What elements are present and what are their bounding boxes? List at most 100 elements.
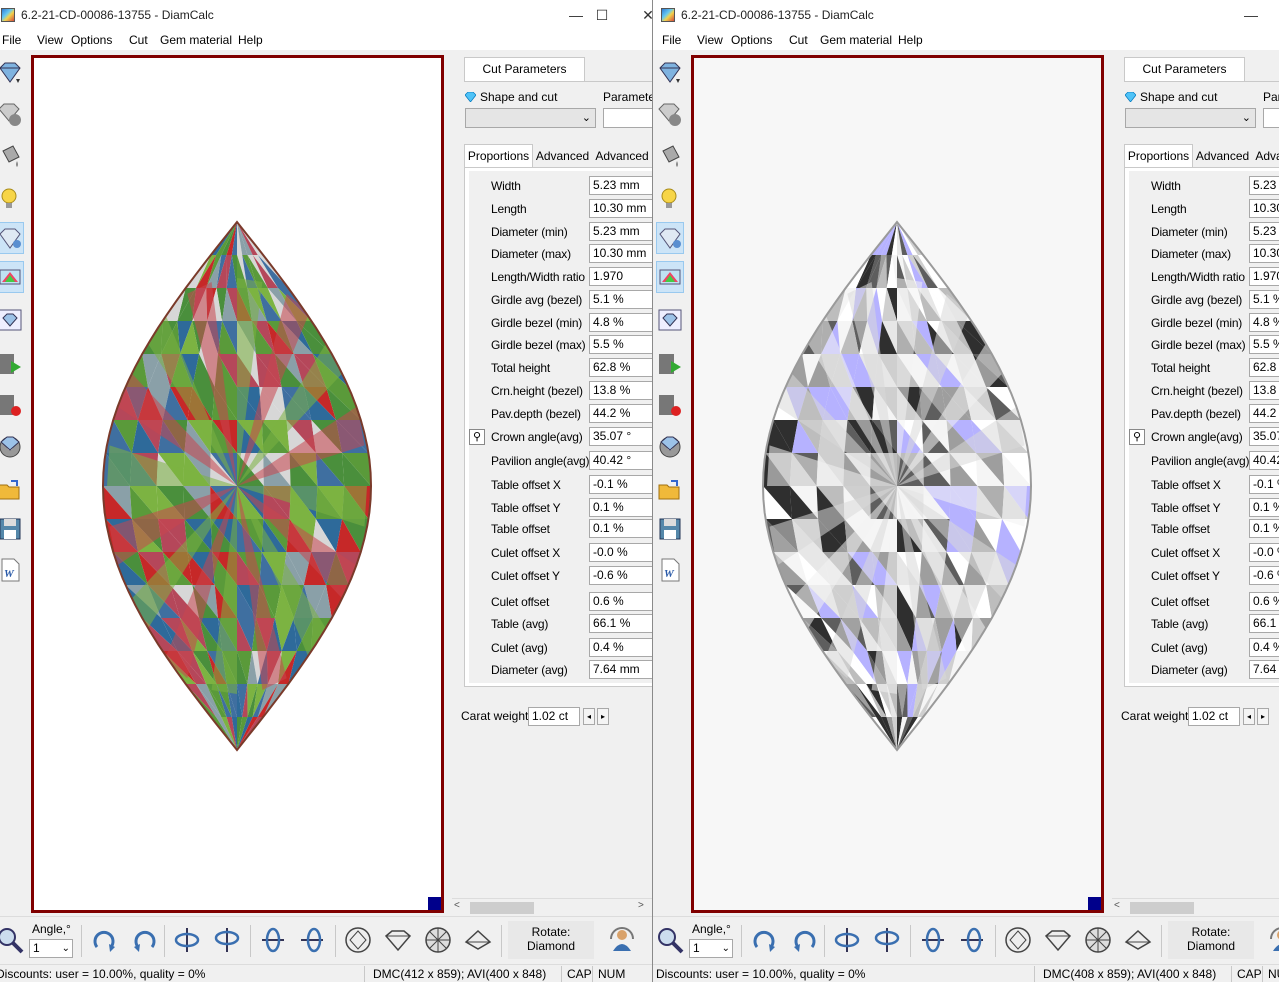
angle-dropdown[interactable]: 1 ⌄ [29, 939, 73, 958]
viewport-resize-handle[interactable] [1088, 897, 1101, 910]
proportion-value-field[interactable]: 62.8 % [589, 358, 652, 377]
view-bottom-icon[interactable] [421, 923, 455, 957]
scroll-left-icon[interactable]: < [454, 900, 460, 911]
light-bulb-icon[interactable] [656, 183, 684, 215]
diamond-sphere-icon[interactable] [0, 98, 24, 130]
word-document-icon[interactable]: W [656, 554, 684, 586]
proportion-value-field[interactable]: 13.8 % [589, 381, 652, 400]
tilt-right-icon[interactable] [295, 923, 329, 957]
proportion-value-field[interactable]: 5.5 % [589, 335, 652, 354]
diamond-viewport[interactable] [31, 55, 444, 913]
flip-vertical-icon[interactable] [170, 923, 204, 957]
proportion-value-field[interactable]: 5.23 mm [589, 176, 652, 195]
proportion-value-field[interactable]: 10.30 mm [1249, 199, 1279, 218]
scrollbar-thumb[interactable] [470, 902, 534, 914]
flip-vertical-icon[interactable] [830, 923, 864, 957]
proportion-value-field[interactable]: 10.30 mm [1249, 244, 1279, 263]
video-play-icon[interactable] [656, 348, 684, 380]
view-profile-icon[interactable] [461, 923, 495, 957]
proportion-value-field[interactable]: 0.1 % [589, 498, 652, 517]
proportion-value-field[interactable]: 44.2 % [589, 404, 652, 423]
proportion-value-field[interactable]: 35.07 ° [589, 427, 652, 446]
subtab-advanced-1[interactable]: Advanced [1193, 146, 1252, 167]
open-folder-icon[interactable] [656, 474, 684, 506]
diamond-photo-icon[interactable] [656, 304, 684, 336]
proportion-value-field[interactable]: 13.8 % [1249, 381, 1279, 400]
carat-weight-field[interactable]: 1.02 ct [1188, 707, 1240, 726]
tilt-right-icon[interactable] [955, 923, 989, 957]
maximize-icon[interactable]: ☐ [579, 0, 625, 30]
rotate-mode-button[interactable]: Rotate: Diamond [508, 921, 594, 959]
flip-vertical-2-icon[interactable] [870, 923, 904, 957]
proportion-value-field[interactable]: 66.1 % [1249, 614, 1279, 633]
diamond-view-icon[interactable] [656, 56, 684, 88]
proportion-value-field[interactable]: 44.2 % [1249, 404, 1279, 423]
subtab-advanced-2[interactable]: Advanced [592, 146, 652, 167]
menu-item-help[interactable]: Help [238, 33, 263, 47]
user-rotate-icon[interactable] [1265, 923, 1279, 957]
diamond-view-icon[interactable] [0, 56, 24, 88]
menu-item-cut[interactable]: Cut [789, 33, 808, 47]
rotate-ccw-icon[interactable] [128, 923, 162, 957]
proportion-value-field[interactable]: 5.5 % [1249, 335, 1279, 354]
menu-item-file[interactable]: File [2, 33, 21, 47]
parameters-field[interactable] [603, 108, 652, 128]
tab-cut-parameters[interactable]: Cut Parameters [1124, 57, 1245, 81]
subtab-proportions-0[interactable]: Proportions [1124, 144, 1193, 168]
proportion-value-field[interactable]: 35.07 ° [1249, 427, 1279, 446]
proportion-value-field[interactable]: 0.1 % [1249, 519, 1279, 538]
subtab-advanced-2[interactable]: Advanced [1252, 146, 1279, 167]
spin-left-icon[interactable]: ◂ [583, 708, 595, 725]
save-disk-icon[interactable] [0, 513, 24, 545]
zoom-icon[interactable] [653, 923, 687, 957]
angle-dropdown[interactable]: 1 ⌄ [689, 939, 733, 958]
scroll-left-icon[interactable]: < [1114, 900, 1120, 911]
minimize-icon[interactable]: — [1228, 0, 1274, 30]
spin-left-icon[interactable]: ◂ [1243, 708, 1255, 725]
view-profile-icon[interactable] [1121, 923, 1155, 957]
proportion-value-field[interactable]: 0.4 % [1249, 638, 1279, 657]
proportion-value-field[interactable]: -0.0 % [589, 543, 652, 562]
spectrum-prism-icon[interactable] [656, 261, 684, 293]
film-reel-icon[interactable] [656, 431, 684, 463]
proportion-value-field[interactable]: 7.64 mm [1249, 660, 1279, 679]
proportion-value-field[interactable]: 5.1 % [589, 290, 652, 309]
scrollbar-thumb[interactable] [1130, 902, 1194, 914]
zoom-icon[interactable] [0, 923, 27, 957]
menu-item-gem-material[interactable]: Gem material [820, 33, 892, 47]
proportion-value-field[interactable]: 0.1 % [1249, 498, 1279, 517]
view-side-icon[interactable] [381, 923, 415, 957]
proportion-value-field[interactable]: 4.8 % [1249, 313, 1279, 332]
menu-item-file[interactable]: File [662, 33, 681, 47]
proportion-value-field[interactable]: 10.30 mm [589, 244, 652, 263]
proportion-value-field[interactable]: 1.970 [1249, 267, 1279, 286]
diamond-render-icon[interactable] [656, 222, 684, 254]
menu-item-options[interactable]: Options [71, 33, 112, 47]
panel-scrollbar[interactable]: <> [452, 898, 652, 916]
proportion-value-field[interactable]: 5.1 % [1249, 290, 1279, 309]
parameters-field[interactable] [1263, 108, 1279, 128]
menu-item-gem-material[interactable]: Gem material [160, 33, 232, 47]
tilt-left-icon[interactable] [256, 923, 290, 957]
spin-right-icon[interactable]: ▸ [1257, 708, 1269, 725]
open-folder-icon[interactable] [0, 474, 24, 506]
video-record-icon[interactable] [656, 389, 684, 421]
proportion-value-field[interactable]: 0.1 % [589, 519, 652, 538]
view-top-icon[interactable] [1001, 923, 1035, 957]
light-bulb-icon[interactable] [0, 183, 24, 215]
menu-item-options[interactable]: Options [731, 33, 772, 47]
word-document-icon[interactable]: W [0, 554, 24, 586]
diamond-image[interactable] [694, 58, 1101, 910]
proportion-value-field[interactable]: 62.8 % [1249, 358, 1279, 377]
rotate-cw-icon[interactable] [87, 923, 121, 957]
paint-bucket-icon[interactable] [656, 140, 684, 172]
viewport-resize-handle[interactable] [428, 897, 441, 910]
proportion-value-field[interactable]: 0.6 % [589, 592, 652, 611]
proportion-value-field[interactable]: 40.42 ° [1249, 451, 1279, 470]
proportion-value-field[interactable]: 5.23 mm [1249, 176, 1279, 195]
user-rotate-icon[interactable] [605, 923, 639, 957]
proportion-value-field[interactable]: 5.23 mm [1249, 222, 1279, 241]
menu-item-view[interactable]: View [697, 33, 723, 47]
proportion-value-field[interactable]: 5.23 mm [589, 222, 652, 241]
rotate-mode-button[interactable]: Rotate: Diamond [1168, 921, 1254, 959]
